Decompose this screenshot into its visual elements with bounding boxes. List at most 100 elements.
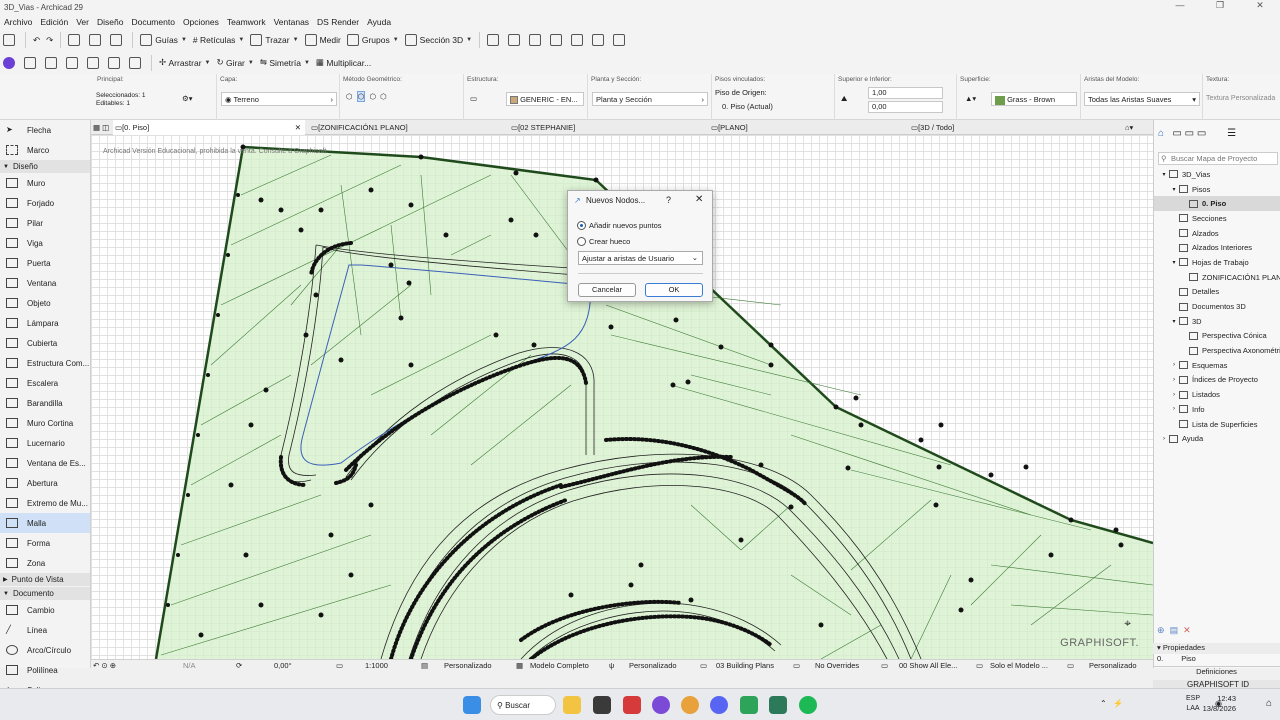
new-view-icon[interactable]: ⊕	[1157, 625, 1165, 635]
expand-icon[interactable]: ▾	[1160, 171, 1168, 178]
tree-item[interactable]: › Ayuda	[1154, 431, 1280, 446]
tray-icons[interactable]: ⌃ ⚡	[1100, 699, 1123, 708]
definiciones-button[interactable]: Definiciones	[1153, 666, 1280, 678]
edit-tool-icon-4[interactable]	[547, 30, 568, 50]
undo-view-icon[interactable]: ↶ ⊙ ⊕	[93, 661, 116, 670]
start-icon[interactable]	[463, 696, 481, 714]
model-edges-select[interactable]: Todas las Aristas Suaves ▾	[1084, 92, 1200, 106]
expand-icon[interactable]: ▾	[1170, 259, 1178, 266]
tool-extremo-muro[interactable]: Extremo de Mu...	[0, 493, 90, 513]
tree-item[interactable]: ▾ 3D_Vias	[1154, 167, 1280, 182]
tool-forjado[interactable]: Forjado	[0, 193, 90, 213]
home-icon[interactable]	[0, 30, 21, 50]
expand-icon[interactable]: ▾	[1170, 318, 1178, 325]
surface-select[interactable]: Grass - Brown	[991, 92, 1077, 106]
tool-flecha[interactable]: ➤ Flecha	[0, 120, 90, 140]
tool-abertura[interactable]: Abertura	[0, 473, 90, 493]
tool-lampara[interactable]: Lámpara	[0, 313, 90, 333]
discord-icon[interactable]	[710, 696, 728, 714]
view-map-icon[interactable]: ▭	[1172, 128, 1181, 139]
archicad-taskbar-icon[interactable]	[652, 696, 670, 714]
menu-edicion[interactable]: Edición	[36, 17, 72, 27]
properties-header[interactable]: ▾ Propiedades	[1153, 643, 1280, 654]
tab-grid-icon[interactable]: ▦ ◫	[93, 120, 109, 135]
view-icon-4[interactable]	[84, 53, 105, 73]
radio-crear-hueco[interactable]: Crear hueco	[577, 237, 630, 246]
publisher-icon[interactable]: ▭	[1197, 128, 1206, 139]
app-green-icon[interactable]	[740, 696, 758, 714]
section-punto-de-vista[interactable]: ▶ Punto de Vista	[0, 573, 90, 586]
layer-combination-select[interactable]: Personalizado	[444, 661, 492, 670]
tool-malla[interactable]: Malla	[0, 513, 90, 533]
menu-teamwork[interactable]: Teamwork	[223, 17, 270, 27]
settings-view-icon[interactable]: ▤	[1170, 625, 1179, 635]
delete-icon[interactable]: ✕	[1183, 625, 1191, 635]
navigation-orbit-icon[interactable]: ⌖	[1124, 616, 1131, 631]
reticulas-button[interactable]: # Retículas ▼	[190, 30, 247, 50]
tool-cubierta[interactable]: Cubierta	[0, 333, 90, 353]
chrome-icon[interactable]	[681, 696, 699, 714]
edit-tool-icon-1[interactable]	[484, 30, 505, 50]
sketch-app-icon[interactable]	[593, 696, 611, 714]
tree-item[interactable]: Perspectiva Cónica	[1154, 329, 1280, 344]
tool-forma[interactable]: Forma	[0, 533, 90, 553]
tool-escalera[interactable]: Escalera	[0, 373, 90, 393]
tool-pilar[interactable]: Pilar	[0, 213, 90, 233]
tree-item[interactable]: Detalles	[1154, 285, 1280, 300]
expand-icon[interactable]: ▾	[1170, 186, 1178, 193]
dialog-close-icon[interactable]: ✕	[695, 194, 703, 205]
tool-estructura-compleja[interactable]: Estructura Com...	[0, 353, 90, 373]
help-icon[interactable]: ?	[666, 195, 671, 205]
file-explorer-icon[interactable]	[563, 696, 581, 714]
archicad-active-icon[interactable]	[769, 696, 787, 714]
menu-ventanas[interactable]: Ventanas	[270, 17, 313, 27]
expand-icon[interactable]: ›	[1170, 392, 1178, 398]
redo-icon[interactable]: ↷	[43, 30, 56, 50]
angle-readout[interactable]: 0,00°	[274, 661, 292, 670]
geometry-method-icons[interactable]: ⬡ ⬡ ⬡ ⬡	[346, 91, 387, 102]
structure-select[interactable]: GENERIC - EN...	[506, 92, 584, 106]
tool-cambio[interactable]: Cambio	[0, 600, 90, 620]
floor-plan-section-button[interactable]: Planta y Sección ›	[592, 92, 708, 106]
settings-icon[interactable]: ⚙▾	[182, 94, 193, 103]
cancel-button[interactable]: Cancelar	[578, 283, 636, 297]
tree-item[interactable]: ▾ 3D	[1154, 314, 1280, 329]
tree-item[interactable]: ZONIFICACIÓN1 PLANO (A...	[1154, 270, 1280, 285]
navigator-menu-icon[interactable]: ☰	[1227, 128, 1236, 139]
notification-icon[interactable]: ⌂	[1266, 698, 1272, 709]
tree-item[interactable]: 0. Piso	[1154, 196, 1280, 212]
tool-muro[interactable]: Muro	[0, 173, 90, 193]
bottom-elevation-input[interactable]: 0,00	[868, 101, 943, 113]
tool-polilinea[interactable]: Polilínea	[0, 660, 90, 680]
tree-item[interactable]: Perspectiva Axonométrica	[1154, 343, 1280, 358]
tool-muro-cortina[interactable]: Muro Cortina	[0, 413, 90, 433]
tree-item[interactable]: › Listados	[1154, 387, 1280, 402]
undo-icon[interactable]: ↶	[30, 30, 43, 50]
edit-tool-icon-3[interactable]	[526, 30, 547, 50]
tab-options-icon[interactable]: ⌂▾	[1125, 120, 1133, 135]
top-elevation-input[interactable]: 1,00	[868, 87, 943, 99]
tree-item[interactable]: Secciones	[1154, 211, 1280, 226]
menu-ayuda[interactable]: Ayuda	[363, 17, 395, 27]
acrobat-icon[interactable]	[623, 696, 641, 714]
tree-item[interactable]: › Índices de Proyecto	[1154, 373, 1280, 388]
tab-plano[interactable]: ▭ [PLANO]	[711, 120, 748, 135]
tool-ventana[interactable]: Ventana	[0, 273, 90, 293]
minimize-button[interactable]: —	[1160, 0, 1200, 11]
project-map-search[interactable]: ⚲ Buscar Mapa de Proyecto	[1158, 152, 1278, 165]
tool-zona[interactable]: Zona	[0, 553, 90, 573]
radio-anadir-puntos[interactable]: Añadir nuevos puntos	[577, 221, 662, 230]
tool-marco[interactable]: Marco	[0, 140, 90, 160]
edit-tool-icon-7[interactable]	[610, 30, 631, 50]
inject-icon[interactable]	[107, 30, 128, 50]
tool-arco-circulo[interactable]: Arco/Círculo	[0, 640, 90, 660]
view-icon-3[interactable]	[63, 53, 84, 73]
expand-icon[interactable]: ›	[1170, 406, 1178, 412]
multiplicar-button[interactable]: ▦ Multiplicar...	[313, 53, 374, 73]
edit-tool-icon-6[interactable]	[589, 30, 610, 50]
tab-0-piso[interactable]: ▭ [0. Piso] ✕	[113, 120, 305, 135]
tree-item[interactable]: › Info	[1154, 402, 1280, 417]
tool-viga[interactable]: Viga	[0, 233, 90, 253]
tree-item[interactable]: Documentos 3D	[1154, 299, 1280, 314]
tree-item[interactable]: ▾ Pisos	[1154, 182, 1280, 197]
